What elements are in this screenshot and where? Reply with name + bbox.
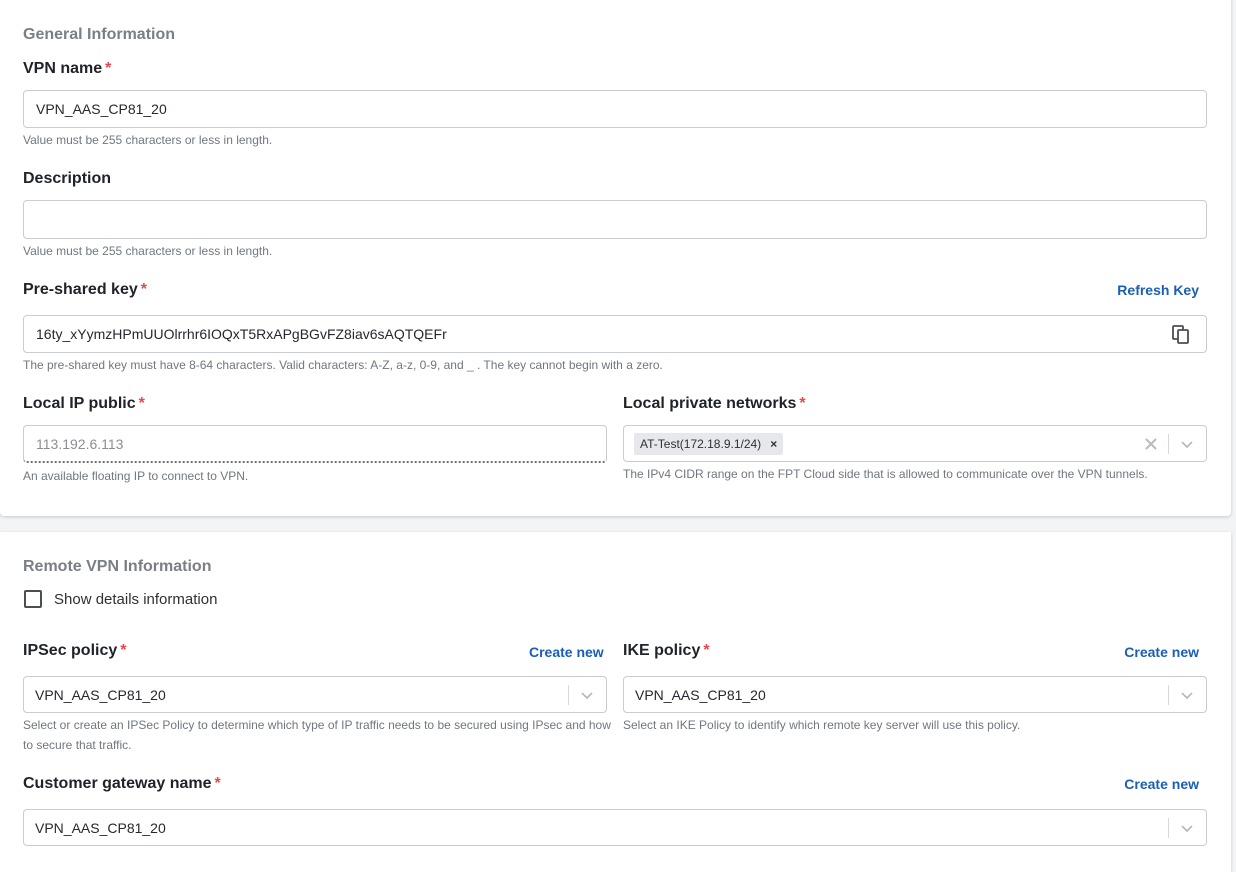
required-marker: * — [703, 642, 710, 659]
pre-shared-key-label-text: Pre-shared key — [23, 281, 138, 298]
description-helper: Value must be 255 characters or less in … — [23, 244, 273, 258]
chevron-down-icon[interactable] — [1179, 687, 1195, 703]
chip-remove-icon[interactable]: × — [770, 437, 777, 451]
ike-policy-helper: Select an IKE Policy to identify which r… — [623, 718, 1021, 732]
ipsec-policy-label: IPSec policy * — [23, 642, 127, 660]
show-details-checkbox[interactable] — [24, 590, 42, 608]
show-details-label: Show details information — [54, 590, 218, 608]
required-marker: * — [140, 281, 147, 298]
description-label: Description — [23, 170, 112, 187]
vpn-name-label: VPN name * — [23, 60, 111, 78]
local-private-networks-label-text: Local private networks — [623, 395, 797, 412]
customer-gateway-label-text: Customer gateway name — [23, 775, 212, 792]
select-separator — [1168, 818, 1169, 838]
pre-shared-key-value: 16ty_xYymzHPmUUOlrrhr6IOQxT5RxAPgBGvFZ8i… — [36, 326, 447, 342]
remote-vpn-information-card: Remote VPN Information Show details info… — [0, 532, 1231, 872]
local-ip-public-input: 113.192.6.113 — [23, 425, 607, 463]
chevron-down-icon[interactable] — [1179, 436, 1195, 452]
required-marker: * — [214, 775, 221, 792]
ipsec-policy-value: VPN_AAS_CP81_20 — [35, 686, 166, 703]
ike-policy-select[interactable]: VPN_AAS_CP81_20 — [623, 676, 1207, 713]
required-marker: * — [120, 642, 127, 659]
pre-shared-key-helper: The pre-shared key must have 8-64 charac… — [23, 358, 663, 372]
local-ip-public-helper: An available floating IP to connect to V… — [23, 469, 249, 483]
description-input[interactable] — [23, 200, 1207, 239]
ipsec-policy-select[interactable]: VPN_AAS_CP81_20 — [23, 676, 607, 713]
ike-policy-value: VPN_AAS_CP81_20 — [635, 686, 766, 703]
customer-gateway-value: VPN_AAS_CP81_20 — [35, 819, 166, 836]
clear-icon[interactable] — [1144, 437, 1158, 451]
ike-policy-label: IKE policy * — [623, 642, 710, 660]
ipsec-policy-helper-line2: to secure that traffic. — [23, 738, 132, 752]
chevron-down-icon[interactable] — [1179, 820, 1195, 836]
gateway-create-new-link[interactable]: Create new — [1124, 776, 1199, 792]
required-marker: * — [105, 60, 112, 77]
vpn-name-label-text: VPN name — [23, 60, 103, 77]
ike-policy-label-text: IKE policy — [623, 642, 701, 659]
section-title-remote: Remote VPN Information — [23, 558, 212, 575]
local-ip-public-label: Local IP public * — [23, 395, 145, 413]
ipsec-create-new-link[interactable]: Create new — [529, 644, 604, 660]
pre-shared-key-input[interactable]: 16ty_xYymzHPmUUOlrrhr6IOQxT5RxAPgBGvFZ8i… — [23, 315, 1207, 353]
section-title-general: General Information — [23, 26, 176, 43]
select-separator — [1168, 685, 1169, 705]
ike-create-new-link[interactable]: Create new — [1124, 644, 1199, 660]
network-chip: AT-Test(172.18.9.1/24) × — [634, 433, 784, 455]
local-private-networks-label: Local private networks * — [623, 395, 806, 413]
customer-gateway-select[interactable]: VPN_AAS_CP81_20 — [23, 809, 1207, 846]
local-ip-public-label-text: Local IP public — [23, 395, 136, 412]
refresh-key-link[interactable]: Refresh Key — [1117, 282, 1199, 298]
ipsec-policy-helper-line1: Select or create an IPSec Policy to dete… — [23, 718, 611, 732]
show-details-option[interactable]: Show details information — [24, 590, 217, 608]
select-separator — [568, 685, 569, 705]
vpn-name-helper: Value must be 255 characters or less in … — [23, 133, 273, 147]
network-chip-label: AT-Test(172.18.9.1/24) — [640, 437, 762, 451]
required-marker: * — [799, 395, 806, 412]
local-private-networks-select[interactable]: AT-Test(172.18.9.1/24) × — [623, 425, 1207, 462]
vpn-name-input[interactable]: VPN_AAS_CP81_20 — [23, 90, 1207, 128]
customer-gateway-label: Customer gateway name * — [23, 775, 221, 793]
general-information-card: General Information VPN name * VPN_AAS_CP… — [0, 0, 1231, 516]
chevron-down-icon[interactable] — [579, 687, 595, 703]
ipsec-policy-label-text: IPSec policy — [23, 642, 118, 659]
copy-icon[interactable] — [1172, 325, 1190, 345]
local-private-networks-helper: The IPv4 CIDR range on the FPT Cloud sid… — [623, 467, 1148, 481]
select-separator — [1168, 434, 1169, 454]
pre-shared-key-label: Pre-shared key * — [23, 281, 147, 299]
required-marker: * — [138, 395, 145, 412]
